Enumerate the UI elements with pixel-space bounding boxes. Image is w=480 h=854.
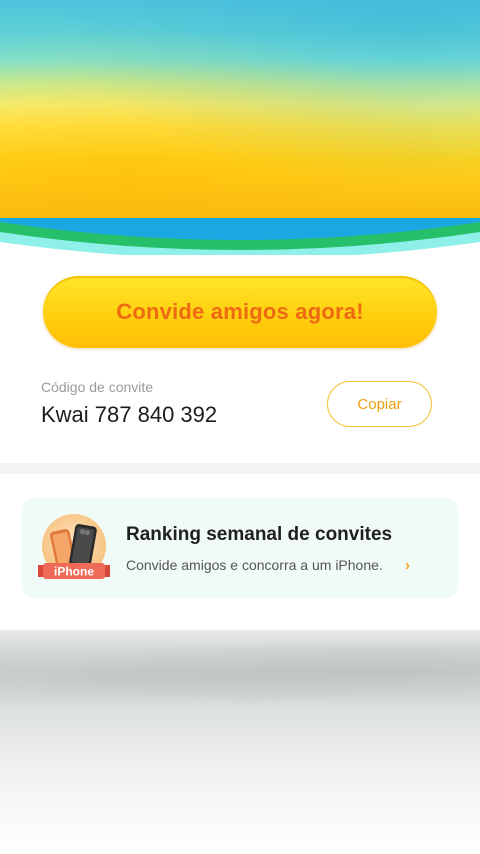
- iphone-badge-text: iPhone: [54, 565, 94, 579]
- copy-button[interactable]: Copiar: [327, 381, 432, 427]
- ranking-title: Ranking semanal de convites: [126, 524, 393, 545]
- hero-banner: [0, 0, 480, 262]
- invite-code-value: Kwai 787 840 392: [41, 402, 218, 427]
- ranking-subtitle: Convide amigos e concorra a um iPhone.: [126, 557, 383, 573]
- chevron-right-icon[interactable]: ›: [405, 557, 410, 574]
- hero-blur-overlay: [0, 0, 480, 230]
- invite-friends-label: Convide amigos agora!: [116, 299, 364, 324]
- iphone-prize-icon: iPhone: [38, 514, 110, 579]
- blurred-bottom-content: [0, 630, 480, 854]
- invite-code-label: Código de convite: [41, 379, 154, 395]
- section-divider: [0, 463, 480, 474]
- invite-friends-button[interactable]: Convide amigos agora!: [43, 276, 437, 348]
